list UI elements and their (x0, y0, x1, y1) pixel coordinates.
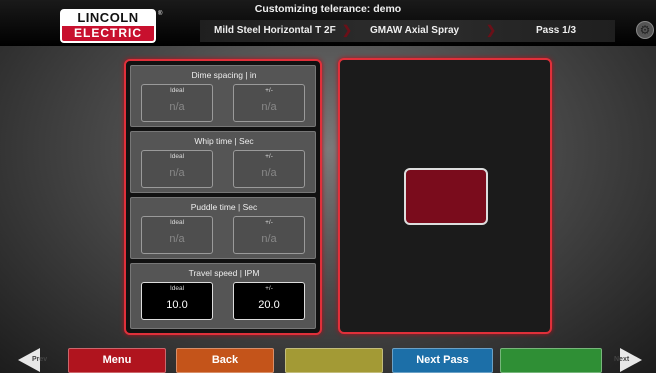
logo-line1: LINCOLN (60, 9, 156, 26)
preview-swatch (404, 168, 488, 225)
field-value: n/a (169, 167, 185, 179)
back-button[interactable]: Back (176, 348, 274, 373)
settings-gear-icon[interactable]: ⚙ (636, 21, 654, 39)
top-bar: LINCOLN ELECTRIC ® Customizing telerance… (0, 0, 656, 46)
logo-registered-mark: ® (158, 11, 163, 17)
lincoln-electric-logo: LINCOLN ELECTRIC ® (60, 9, 162, 43)
next-button[interactable]: Next (612, 348, 644, 373)
ideal-field[interactable]: Ideal n/a (141, 150, 213, 188)
tolerance-group-puddle-time: Puddle time | Sec Ideal n/a +/- n/a (130, 197, 316, 259)
field-label: Ideal (169, 285, 185, 292)
ideal-field[interactable]: Ideal n/a (141, 84, 213, 122)
tolerance-group-dime-spacing: Dime spacing | in Ideal n/a +/- n/a (130, 65, 316, 127)
ideal-field[interactable]: Ideal 10.0 (141, 282, 213, 320)
ideal-field[interactable]: Ideal n/a (141, 216, 213, 254)
breadcrumb-item-weld[interactable]: Mild Steel Horizontal T 2F (214, 20, 342, 42)
page-title: Customizing telerance: demo (254, 3, 402, 15)
field-value: n/a (261, 233, 277, 245)
breadcrumb-item-pass[interactable]: Pass 1/3 (536, 20, 596, 42)
next-pass-button[interactable]: Next Pass (392, 348, 493, 373)
field-label: +/- (265, 87, 273, 94)
tolerance-group-travel-speed: Travel speed | IPM Ideal 10.0 +/- 20.0 (130, 263, 316, 329)
blank-yellow-button[interactable] (285, 348, 383, 373)
field-value: 20.0 (258, 299, 280, 311)
tolerance-field[interactable]: +/- n/a (233, 216, 305, 254)
field-value: n/a (261, 167, 277, 179)
tolerance-group-whip-time: Whip time | Sec Ideal n/a +/- n/a (130, 131, 316, 193)
tolerance-field[interactable]: +/- n/a (233, 84, 305, 122)
field-value: n/a (169, 101, 185, 113)
bottom-nav-bar: Prev Menu Back Next Pass Next (0, 343, 656, 373)
chevron-right-icon: ❯ (342, 23, 353, 37)
blank-green-button[interactable] (500, 348, 602, 373)
group-title: Travel speed | IPM (188, 268, 260, 278)
prev-label: Prev (32, 356, 48, 363)
preview-panel (338, 58, 552, 334)
prev-button[interactable]: Prev (18, 348, 50, 373)
field-value: n/a (169, 233, 185, 245)
breadcrumb: Mild Steel Horizontal T 2F ❯ GMAW Axial … (200, 20, 615, 42)
field-value: 10.0 (166, 299, 188, 311)
field-value: n/a (261, 101, 277, 113)
field-label: +/- (265, 285, 273, 292)
field-label: Ideal (169, 219, 185, 226)
tolerance-field[interactable]: +/- n/a (233, 150, 305, 188)
group-title: Dime spacing | in (191, 70, 257, 80)
group-title: Puddle time | Sec (190, 202, 258, 212)
next-label: Next (614, 356, 630, 363)
field-label: Ideal (169, 87, 185, 94)
field-label: Ideal (169, 153, 185, 160)
tolerance-panel: Dime spacing | in Ideal n/a +/- n/a Whip… (124, 59, 322, 335)
field-label: +/- (265, 219, 273, 226)
group-title: Whip time | Sec (194, 136, 254, 146)
menu-button[interactable]: Menu (68, 348, 166, 373)
field-label: +/- (265, 153, 273, 160)
logo-line2: ELECTRIC (60, 26, 156, 43)
breadcrumb-item-process[interactable]: GMAW Axial Spray (370, 20, 470, 42)
tolerance-field[interactable]: +/- 20.0 (233, 282, 305, 320)
chevron-right-icon: ❯ (486, 23, 497, 37)
